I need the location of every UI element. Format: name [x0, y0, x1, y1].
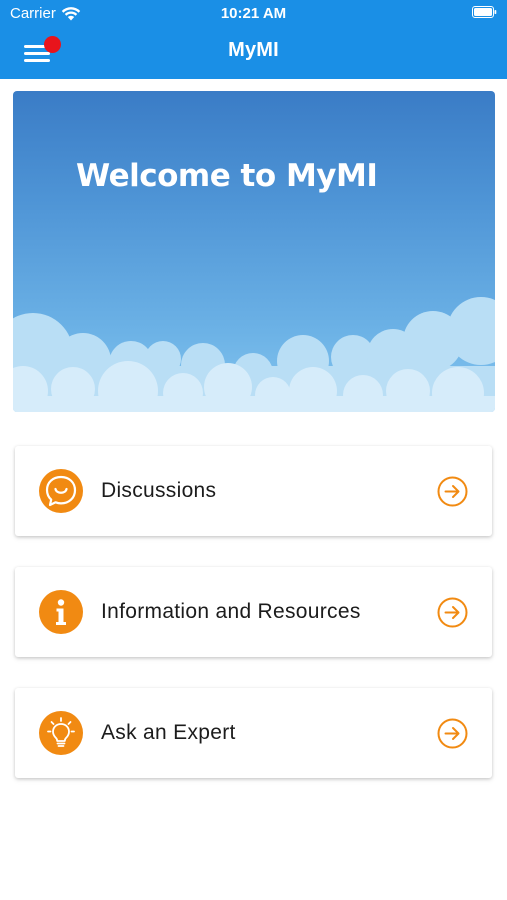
menu-card-label: Information and Resources — [101, 600, 361, 623]
menu-card-ask-expert[interactable]: Ask an Expert — [15, 688, 492, 778]
page-title: MyMI — [228, 39, 279, 61]
menu-card-information-resources[interactable]: Information and Resources — [15, 567, 492, 657]
menu-card-label: Ask an Expert — [101, 721, 236, 744]
battery-icon — [472, 6, 497, 18]
welcome-title: Welcome to MyMI — [76, 158, 378, 194]
app-screen: Carrier 10:21 AM MyMI Welcome to MyMI Di… — [0, 0, 507, 900]
menu-card-discussions[interactable]: Discussions — [15, 446, 492, 536]
lightbulb-icon — [39, 711, 83, 755]
clouds-illustration — [13, 297, 495, 412]
welcome-banner: Welcome to MyMI — [13, 91, 495, 412]
arrow-right-circle-icon — [437, 476, 468, 507]
chat-bubble-icon — [39, 469, 83, 513]
top-bar: Carrier 10:21 AM MyMI — [0, 0, 507, 79]
status-time: 10:21 AM — [220, 5, 287, 22]
info-icon — [39, 590, 83, 634]
arrow-right-circle-icon — [437, 718, 468, 749]
arrow-right-circle-icon — [437, 597, 468, 628]
menu-card-label: Discussions — [101, 479, 217, 502]
